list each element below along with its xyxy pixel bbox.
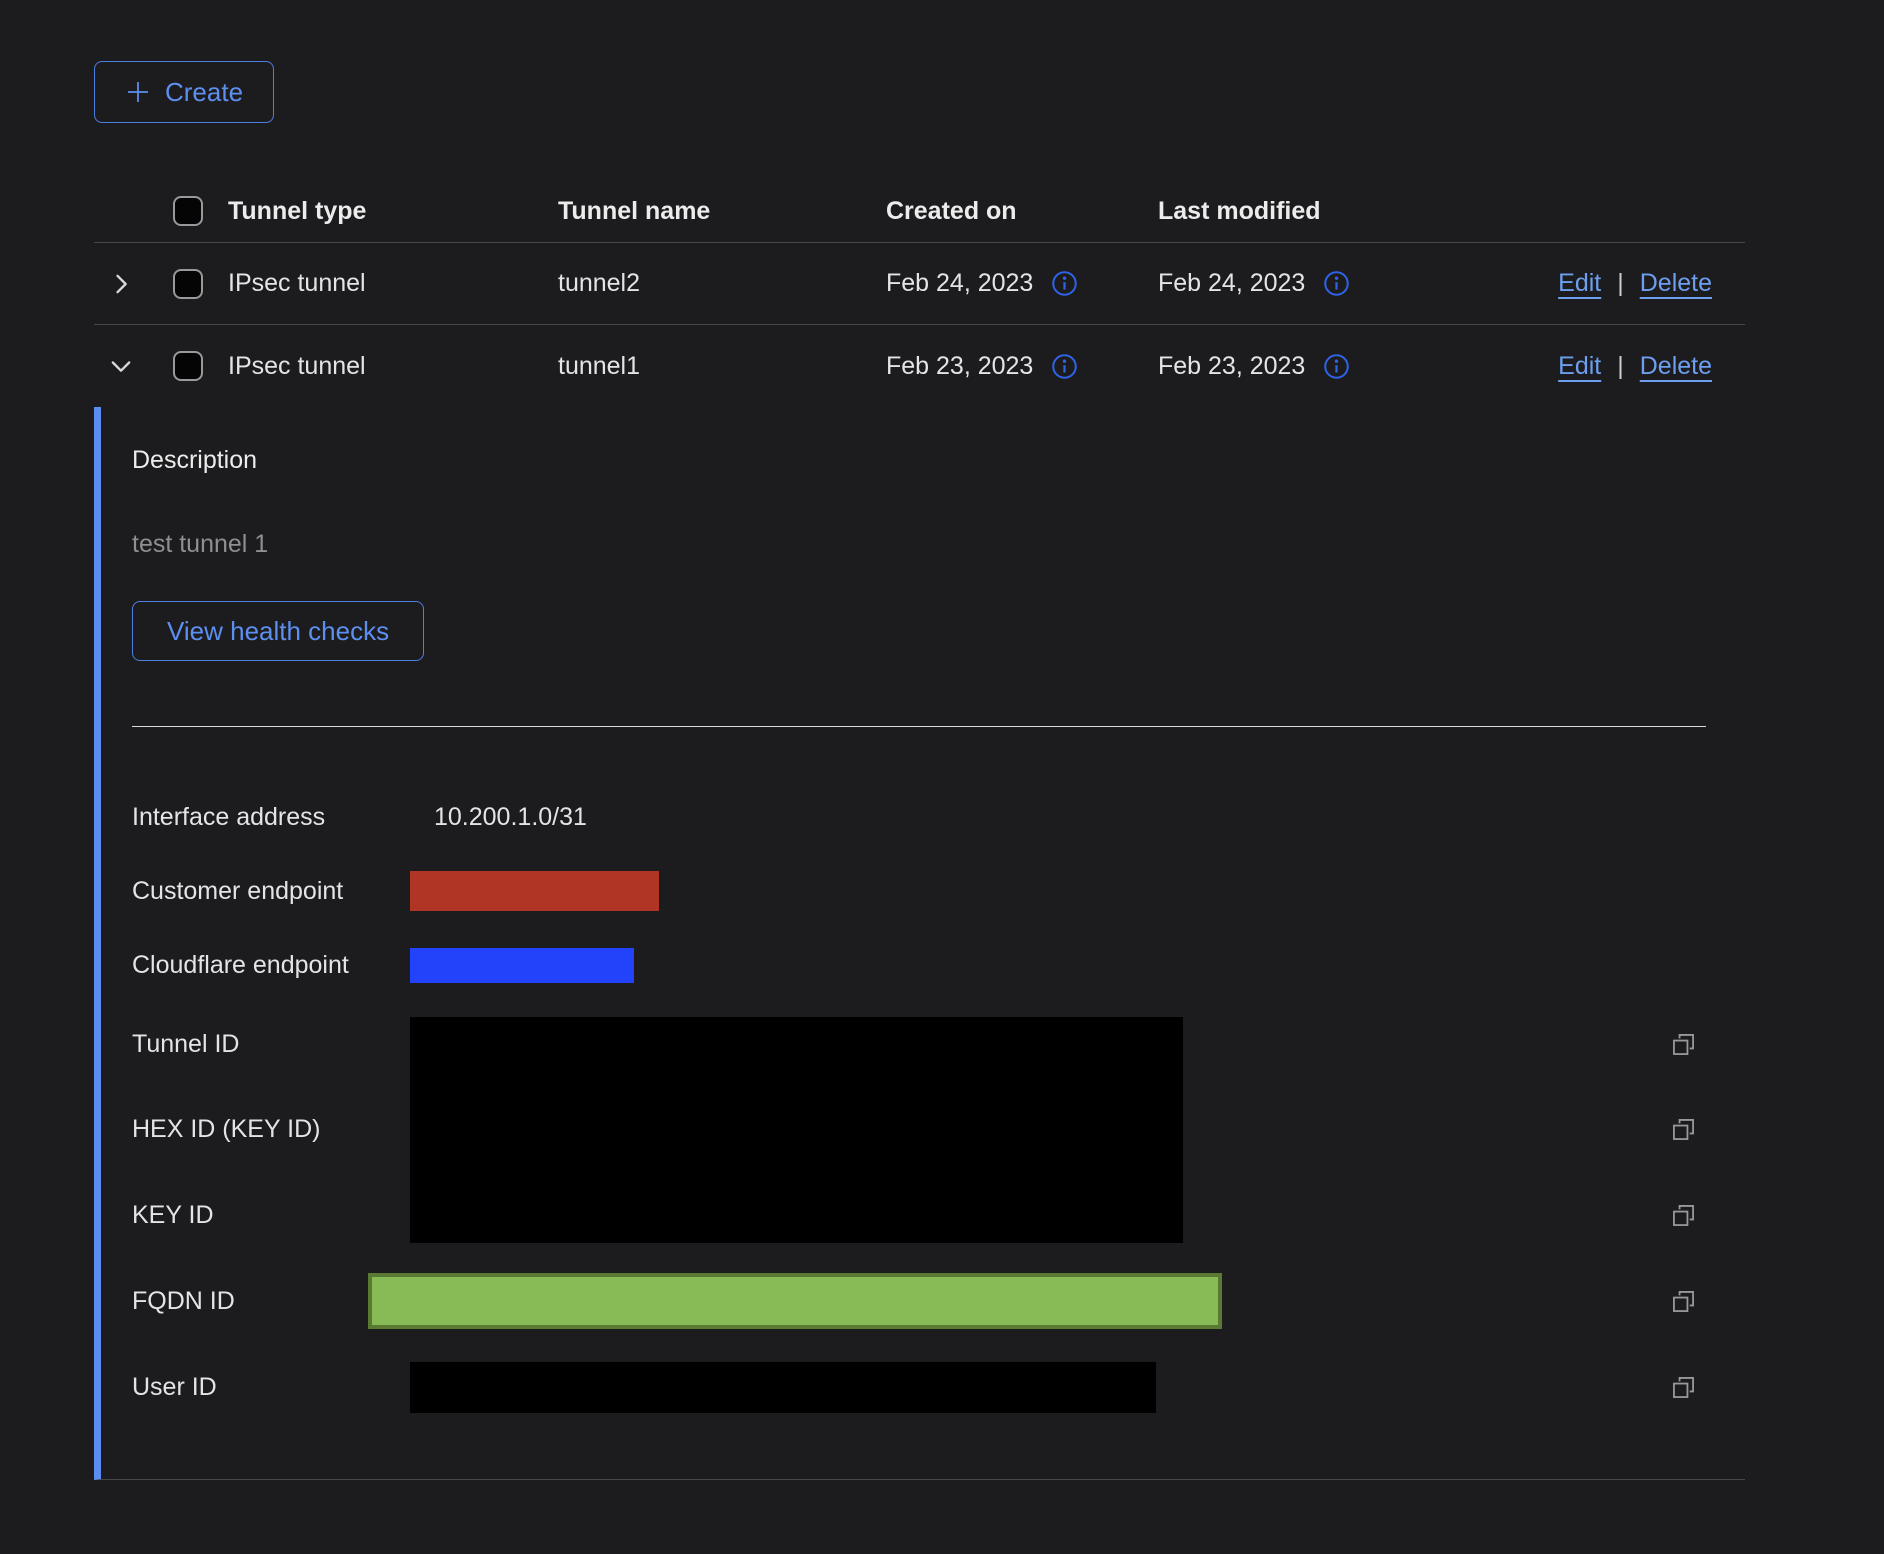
- tunnel-id-label: Tunnel ID: [132, 1030, 410, 1059]
- row-expander-cell: [94, 270, 148, 298]
- delete-link[interactable]: Delete: [1640, 269, 1712, 298]
- tunnel-type-cell: IPsec tunnel: [228, 352, 558, 381]
- cloudflare-endpoint-value-redacted: [410, 948, 634, 983]
- tunnel-id-copy-cell: [1670, 1031, 1745, 1058]
- tunnel-ids-block: Tunnel ID HEX ID (KEY ID) KEY ID: [132, 1002, 1745, 1258]
- row-checkbox[interactable]: [173, 269, 203, 299]
- col-header-created-on: Created on: [886, 197, 1158, 226]
- table-row: IPsec tunnel tunnel2 Feb 24, 2023 Feb 24…: [94, 243, 1745, 325]
- view-health-checks-button[interactable]: View health checks: [132, 601, 424, 661]
- header-checkbox-cell: [148, 196, 228, 226]
- fqdn-id-row: FQDN ID: [132, 1258, 1745, 1344]
- detail-fields: Interface address 10.200.1.0/31 Customer…: [132, 780, 1745, 1430]
- info-icon[interactable]: [1051, 270, 1078, 297]
- tunnels-page: Create Tunnel type Tunnel name Created o…: [0, 0, 1884, 1480]
- tunnels-table: Tunnel type Tunnel name Created on Last …: [94, 180, 1745, 1480]
- interface-address-row: Interface address 10.200.1.0/31: [132, 780, 1745, 854]
- create-button-label: Create: [165, 77, 243, 108]
- user-id-label: User ID: [132, 1373, 410, 1402]
- interface-address-label: Interface address: [132, 803, 410, 832]
- row-actions-cell: Edit | Delete: [1438, 269, 1745, 298]
- cloudflare-endpoint-label: Cloudflare endpoint: [132, 951, 410, 980]
- copy-icon[interactable]: [1670, 1116, 1697, 1143]
- col-header-tunnel-name: Tunnel name: [558, 197, 886, 226]
- copy-icon[interactable]: [1670, 1031, 1697, 1058]
- description-label: Description: [132, 445, 1745, 475]
- cloudflare-endpoint-row: Cloudflare endpoint: [132, 928, 1745, 1002]
- last-modified-cell: Feb 24, 2023: [1158, 269, 1438, 298]
- tunnel-type-cell: IPsec tunnel: [228, 269, 558, 298]
- hex-id-copy-cell: [1670, 1116, 1745, 1143]
- row-checkbox[interactable]: [173, 351, 203, 381]
- row-checkbox-cell: [148, 269, 228, 299]
- tunnel-detail-panel: Description test tunnel 1 View health ch…: [94, 407, 1745, 1480]
- created-on-value: Feb 23, 2023: [886, 352, 1033, 381]
- description-value: test tunnel 1: [132, 529, 1745, 559]
- key-id-label: KEY ID: [132, 1201, 410, 1230]
- create-button[interactable]: Create: [94, 61, 274, 123]
- info-icon[interactable]: [1323, 270, 1350, 297]
- interface-address-value: 10.200.1.0/31: [410, 803, 587, 832]
- copy-icon[interactable]: [1670, 1288, 1697, 1315]
- customer-endpoint-label: Customer endpoint: [132, 877, 410, 906]
- delete-link[interactable]: Delete: [1640, 352, 1712, 381]
- customer-endpoint-row: Customer endpoint: [132, 854, 1745, 928]
- tunnel-name-cell: tunnel1: [558, 352, 886, 381]
- last-modified-value: Feb 24, 2023: [1158, 269, 1305, 298]
- detail-divider: [132, 726, 1706, 727]
- fqdn-id-copy-cell: [1670, 1288, 1745, 1315]
- last-modified-value: Feb 23, 2023: [1158, 352, 1305, 381]
- info-icon[interactable]: [1051, 353, 1078, 380]
- edit-link[interactable]: Edit: [1558, 269, 1601, 298]
- user-id-value-redacted: [410, 1362, 1156, 1413]
- select-all-checkbox[interactable]: [173, 196, 203, 226]
- tunnel-name-cell: tunnel2: [558, 269, 886, 298]
- actions-separator: |: [1617, 352, 1624, 381]
- last-modified-cell: Feb 23, 2023: [1158, 352, 1438, 381]
- copy-icon[interactable]: [1670, 1202, 1697, 1229]
- plus-icon: [125, 79, 151, 105]
- row-expander-cell: [94, 352, 148, 380]
- created-on-value: Feb 24, 2023: [886, 269, 1033, 298]
- info-icon[interactable]: [1323, 353, 1350, 380]
- fqdn-id-value-redacted: [368, 1273, 1222, 1329]
- edit-link[interactable]: Edit: [1558, 352, 1601, 381]
- row-checkbox-cell: [148, 351, 228, 381]
- chevron-right-icon[interactable]: [107, 270, 135, 298]
- col-header-tunnel-type: Tunnel type: [228, 197, 558, 226]
- ids-value-redacted: [410, 1017, 1183, 1243]
- created-on-cell: Feb 24, 2023: [886, 269, 1158, 298]
- created-on-cell: Feb 23, 2023: [886, 352, 1158, 381]
- customer-endpoint-value-redacted: [410, 871, 659, 911]
- hex-id-label: HEX ID (KEY ID): [132, 1115, 410, 1144]
- table-header-row: Tunnel type Tunnel name Created on Last …: [94, 180, 1745, 243]
- user-id-copy-cell: [1670, 1374, 1745, 1401]
- actions-separator: |: [1617, 269, 1624, 298]
- row-actions-cell: Edit | Delete: [1438, 352, 1745, 381]
- chevron-down-icon[interactable]: [107, 352, 135, 380]
- col-header-last-modified: Last modified: [1158, 197, 1438, 226]
- user-id-row: User ID: [132, 1344, 1745, 1430]
- table-row: IPsec tunnel tunnel1 Feb 23, 2023 Feb 23…: [94, 325, 1745, 407]
- key-id-copy-cell: [1670, 1202, 1745, 1229]
- copy-icon[interactable]: [1670, 1374, 1697, 1401]
